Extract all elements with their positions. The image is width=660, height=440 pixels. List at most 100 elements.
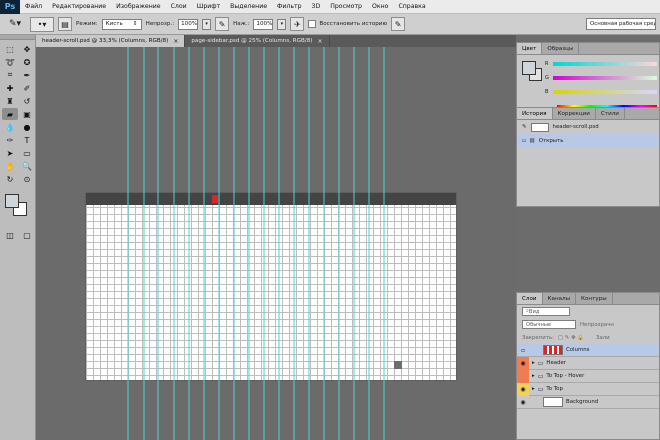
foreground-color-swatch[interactable] [522,61,536,75]
quick-select-tool-icon[interactable]: ✪ [19,56,35,68]
options-bar: ✎▾ •▾ ▤ Режим: Кисть ⇕ Непрозр.: 100% ▾ … [0,14,660,35]
tab-paths[interactable]: Контуры [576,293,613,304]
visibility-off-icon[interactable] [517,369,529,383]
crop-tool-icon[interactable]: ⌗ [2,69,18,81]
close-icon[interactable]: × [173,38,178,45]
foreground-color-swatch[interactable] [5,194,19,208]
airbrush-icon[interactable]: ✈ [290,17,305,31]
size-pressure-icon[interactable]: ✎ [391,17,406,31]
tab-history[interactable]: История [517,108,553,119]
healing-brush-tool-icon[interactable]: ✚ [2,82,18,94]
tab-color[interactable]: Цвет [517,43,543,54]
menu-window[interactable]: Окно [367,3,393,10]
tab-adjustments[interactable]: Коррекции [553,108,596,119]
mode-value: Кисть [105,21,123,27]
expand-arrow-icon[interactable]: ▸ [532,386,535,392]
history-snapshot-row[interactable]: ✎ header-scroll.psd [517,120,659,134]
pen-tool-icon[interactable]: ✑ [2,134,18,146]
lock-label: Закрепить: [522,334,554,341]
menu-3d[interactable]: 3D [307,3,326,10]
hand-tool-icon[interactable]: ✋ [2,160,18,172]
tab-layers[interactable]: Слои [517,293,543,304]
green-slider[interactable]: G [545,73,657,83]
tab-header-scroll[interactable]: header-scroll.psd @ 33,3% (Columns, RGB/… [36,35,186,47]
quick-mask-icon[interactable]: ◫ [2,229,18,241]
layer-row-columns[interactable]: ▫ Columns [517,344,659,357]
menu-view[interactable]: Просмотр [325,3,367,10]
opacity-input[interactable]: 100% [178,18,199,30]
tool-grid: ⬚ ✥ ➰ ✪ ⌗ ✒ ✚ ✐ ♜ ↺ ▰ ▣ 💧 ● ✑ T ➤ ▭ ✋ 🔍 … [0,40,35,188]
dodge-tool-icon[interactable]: ● [19,121,35,133]
menu-help[interactable]: Справка [393,3,430,10]
path-select-tool-icon[interactable]: ➤ [2,147,18,159]
type-tool-icon[interactable]: T [19,134,35,146]
eye-icon[interactable]: ◉ [517,356,529,370]
menu-type[interactable]: Шрифт [192,3,225,10]
tab-page-sidebar[interactable]: page-sidebar.psd @ 25% (Columns, RGB/8) … [185,35,330,47]
eraser-tool-icon[interactable]: ▰ [2,108,18,120]
brush-tool-icon[interactable]: ✐ [19,82,35,94]
menu-filter[interactable]: Фильтр [272,3,306,10]
color-panel: Цвет Образцы R G B [516,42,660,112]
3d-rotate-tool-icon[interactable]: ↻ [2,173,18,185]
blue-track[interactable] [553,90,657,94]
shape-tool-icon[interactable]: ▭ [19,147,35,159]
brush-panel-toggle-icon[interactable]: ▤ [58,17,72,31]
layer-row-header[interactable]: ◉ ▸ ▭ Header [517,356,659,370]
history-step-row[interactable]: ▫ ▤ Открыть [517,134,659,148]
opacity-pressure-icon[interactable]: ✎ [215,17,230,31]
mode-select[interactable]: Кисть ⇕ [101,18,142,30]
layers-panel-tabs: Слои Каналы Контуры [517,293,659,305]
kind-value: Вид [528,308,540,315]
lock-icons[interactable]: ▢ ✎ ✥ 🔒 [558,335,584,341]
tab-styles[interactable]: Стили [596,108,625,119]
eye-icon[interactable]: ◉ [517,382,529,396]
menu-select[interactable]: Выделение [225,3,272,10]
document-canvas[interactable] [86,193,456,380]
layer-name: To Top - Hover [546,373,585,379]
green-track[interactable] [553,76,657,80]
move-tool-icon[interactable]: ✥ [19,43,35,55]
opacity-dropdown-icon[interactable]: ▾ [202,18,212,30]
workspace-switcher[interactable]: Основная рабочая сред [586,18,656,30]
tab-label: header-scroll.psd @ 33,3% (Columns, RGB/… [42,38,169,44]
clone-stamp-tool-icon[interactable]: ♜ [2,95,18,107]
eyedropper-tool-icon[interactable]: ✒ [19,69,35,81]
menu-file[interactable]: Файл [20,3,47,10]
zoom-tool-icon[interactable]: 🔍 [19,160,35,172]
gradient-tool-icon[interactable]: ▣ [19,108,35,120]
blue-slider[interactable]: B [545,87,657,97]
expand-arrow-icon[interactable]: ▸ [532,360,535,366]
layer-row-background[interactable]: ◉ Background [517,396,659,409]
lasso-tool-icon[interactable]: ➰ [2,56,18,68]
3d-camera-tool-icon[interactable]: ⊙ [19,173,35,185]
restore-history-checkbox[interactable]: Восстановить историю [308,20,387,28]
red-track[interactable] [553,62,657,66]
menu-edit[interactable]: Редактирование [47,3,111,10]
expand-arrow-icon[interactable]: ▸ [532,373,535,379]
red-slider[interactable]: R [545,59,657,69]
checkbox-box[interactable] [308,20,317,28]
layer-thumbnail [543,345,563,355]
eraser-tool-preset-icon[interactable]: ✎▾ [4,17,26,32]
visibility-off-icon[interactable]: ▫ [517,344,529,357]
ps-logo: Ps [0,0,20,14]
close-icon[interactable]: × [318,38,323,45]
brush-preset-picker[interactable]: •▾ [30,16,54,32]
marquee-tool-icon[interactable]: ⬚ [2,43,18,55]
tab-channels[interactable]: Каналы [543,293,577,304]
tab-swatches[interactable]: Образцы [542,43,580,54]
blend-mode-select[interactable]: Обычные [522,320,576,329]
history-brush-tool-icon[interactable]: ↺ [19,95,35,107]
screen-mode-icon[interactable]: ▢ [19,229,35,241]
menu-layers[interactable]: Слои [166,3,192,10]
layer-kind-select[interactable]: ⌕ Вид [522,307,570,316]
blue-label: B [545,89,549,95]
layer-row-to-top[interactable]: ◉ ▸ ▭ To Top [517,382,659,396]
menu-image[interactable]: Изображение [111,3,166,10]
pressure-input[interactable]: 100% [253,18,274,30]
pressure-dropdown-icon[interactable]: ▾ [277,18,287,30]
blur-tool-icon[interactable]: 💧 [2,121,18,133]
layer-row-to-top-hover[interactable]: ▸ ▭ To Top - Hover [517,369,659,383]
eye-icon[interactable]: ◉ [517,396,529,409]
